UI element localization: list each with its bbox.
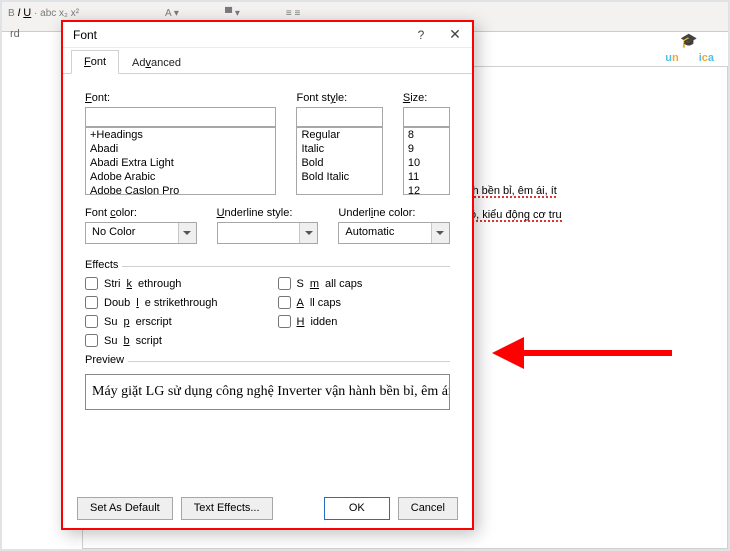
list-item[interactable]: 12	[404, 184, 449, 195]
double-strike-checkbox[interactable]: Double strikethrough	[85, 296, 218, 309]
highlight-icon: ▀ ▾	[225, 8, 240, 19]
clipboard-group-label: rd	[2, 24, 28, 44]
set-default-button[interactable]: Set As Default	[77, 497, 173, 520]
size-label: Size:	[403, 92, 450, 104]
screenshot-stage: B I U · abc x₂ x² A ▾ ▀ ▾ ≡ ≡ rd un🎓ica …	[0, 0, 730, 551]
list-item[interactable]: Adobe Arabic	[86, 170, 275, 184]
font-label: Font:	[85, 92, 276, 104]
list-item[interactable]: Adobe Caslon Pro	[86, 184, 275, 195]
font-listbox[interactable]: +Headings Abadi Abadi Extra Light Adobe …	[85, 127, 276, 195]
list-item[interactable]: 8	[404, 128, 449, 142]
list-item[interactable]: Italic	[297, 142, 381, 156]
text-effects-button[interactable]: Text Effects...	[181, 497, 273, 520]
size-input[interactable]	[403, 107, 450, 127]
dialog-title: Font	[73, 28, 404, 42]
list-item[interactable]: 11	[404, 170, 449, 184]
dialog-button-bar: Set As Default Text Effects... OK Cancel	[63, 488, 472, 528]
subscript-checkbox[interactable]: Subscript	[85, 334, 218, 347]
dialog-tabstrip: Font Advanced	[63, 48, 472, 74]
dialog-panel: Font: +Headings Abadi Abadi Extra Light …	[63, 74, 472, 420]
tab-font[interactable]: Font	[71, 50, 119, 74]
unica-watermark: un🎓ica	[665, 28, 714, 70]
font-style-label: Font style:	[296, 92, 382, 104]
close-button[interactable]: ✕	[438, 22, 472, 47]
preview-area: Máy giặt LG sử dụng công nghệ Inverter v…	[85, 374, 450, 410]
font-color-combo[interactable]: No Color	[85, 222, 197, 244]
list-item[interactable]: Abadi	[86, 142, 275, 156]
chevron-down-icon[interactable]	[431, 223, 449, 243]
ok-button[interactable]: OK	[324, 497, 390, 520]
tab-advanced[interactable]: Advanced	[119, 51, 194, 74]
allcaps-checkbox[interactable]: All caps	[278, 296, 363, 309]
effects-legend: Effects	[85, 259, 122, 271]
underline-color-combo[interactable]: Automatic	[338, 222, 450, 244]
hidden-checkbox[interactable]: Hidden	[278, 315, 363, 328]
grad-cap-icon: 🎓	[679, 32, 699, 49]
font-input[interactable]	[85, 107, 276, 127]
annotation-arrow	[492, 332, 672, 372]
arrow-head-icon	[492, 337, 524, 369]
superscript-checkbox[interactable]: Superscript	[85, 315, 218, 328]
strike-checkbox[interactable]: Strikethrough	[85, 277, 218, 290]
size-listbox[interactable]: 8 9 10 11 12	[403, 127, 450, 195]
list-item[interactable]: Regular	[297, 128, 381, 142]
font-style-input[interactable]	[296, 107, 382, 127]
list-item[interactable]: Bold Italic	[297, 170, 381, 184]
list-item[interactable]: 9	[404, 142, 449, 156]
font-style-listbox[interactable]: Regular Italic Bold Bold Italic	[296, 127, 382, 195]
list-item[interactable]: Abadi Extra Light	[86, 156, 275, 170]
chevron-down-icon[interactable]	[178, 223, 196, 243]
cancel-button[interactable]: Cancel	[398, 497, 458, 520]
underline-style-label: Underline style:	[217, 207, 319, 219]
smallcaps-checkbox[interactable]: Small caps	[278, 277, 363, 290]
underline-style-combo[interactable]	[217, 222, 319, 244]
preview-legend: Preview	[85, 354, 128, 366]
underline-color-label: Underline color:	[338, 207, 450, 219]
font-color-icon: A ▾	[165, 8, 179, 19]
help-button[interactable]: ?	[404, 22, 438, 47]
list-item[interactable]: Bold	[297, 156, 381, 170]
list-item[interactable]: +Headings	[86, 128, 275, 142]
list-item[interactable]: 10	[404, 156, 449, 170]
dialog-titlebar[interactable]: Font ? ✕	[63, 22, 472, 48]
font-color-label: Font color:	[85, 207, 197, 219]
font-dialog: Font ? ✕ Font Advanced Font: +Headings A…	[61, 20, 474, 530]
para-icon: ≡ ≡	[286, 8, 300, 19]
chevron-down-icon[interactable]	[299, 223, 317, 243]
